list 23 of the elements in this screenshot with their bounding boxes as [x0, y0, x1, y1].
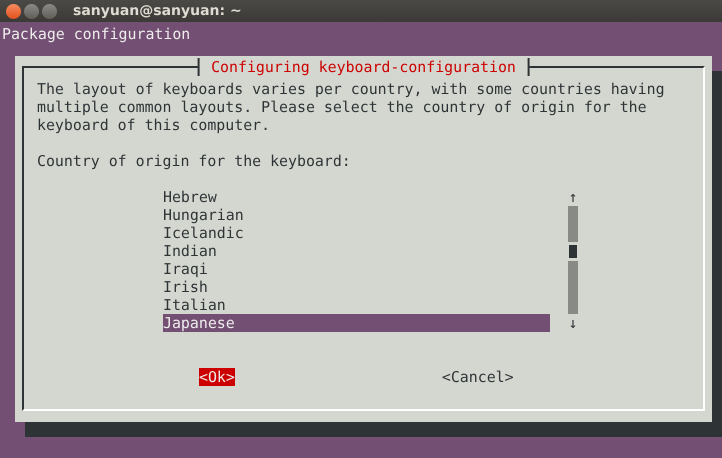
list-item[interactable]: Iraqi — [163, 260, 550, 278]
list-item[interactable]: Irish — [163, 278, 550, 296]
terminal-header: Package configuration — [2, 25, 192, 43]
scrollbar-track — [568, 261, 578, 314]
minimize-icon[interactable] — [24, 4, 39, 18]
scrollbar-thumb[interactable] — [569, 245, 577, 258]
list-item[interactable]: Italian — [163, 296, 550, 314]
list-item[interactable]: Hebrew — [163, 188, 550, 206]
list-item[interactable]: Hungarian — [163, 206, 550, 224]
dialog-title: Configuring keyboard-configuration — [197, 58, 530, 76]
scroll-down-arrow[interactable]: ↓ — [568, 314, 578, 332]
window-title: sanyuan@sanyuan: ~ — [73, 3, 242, 19]
cancel-button[interactable]: <Cancel> — [442, 368, 514, 386]
maximize-icon[interactable] — [42, 4, 57, 18]
dialog-description: The layout of keyboards varies per country, with some countries having multiple common layouts. Please select the country of origin for the keyboard of this computer. — [37, 80, 666, 134]
list-item[interactable]: Indian — [163, 242, 550, 260]
close-icon[interactable] — [6, 4, 21, 18]
list-item[interactable]: Icelandic — [163, 224, 550, 242]
scroll-up-arrow[interactable]: ↑ — [568, 188, 578, 206]
scrollbar-track — [568, 206, 578, 242]
ok-button[interactable]: <Ok> — [199, 368, 235, 386]
list-item[interactable]: Japanese — [163, 314, 550, 332]
prompt-label: Country of origin for the keyboard: — [37, 152, 352, 170]
